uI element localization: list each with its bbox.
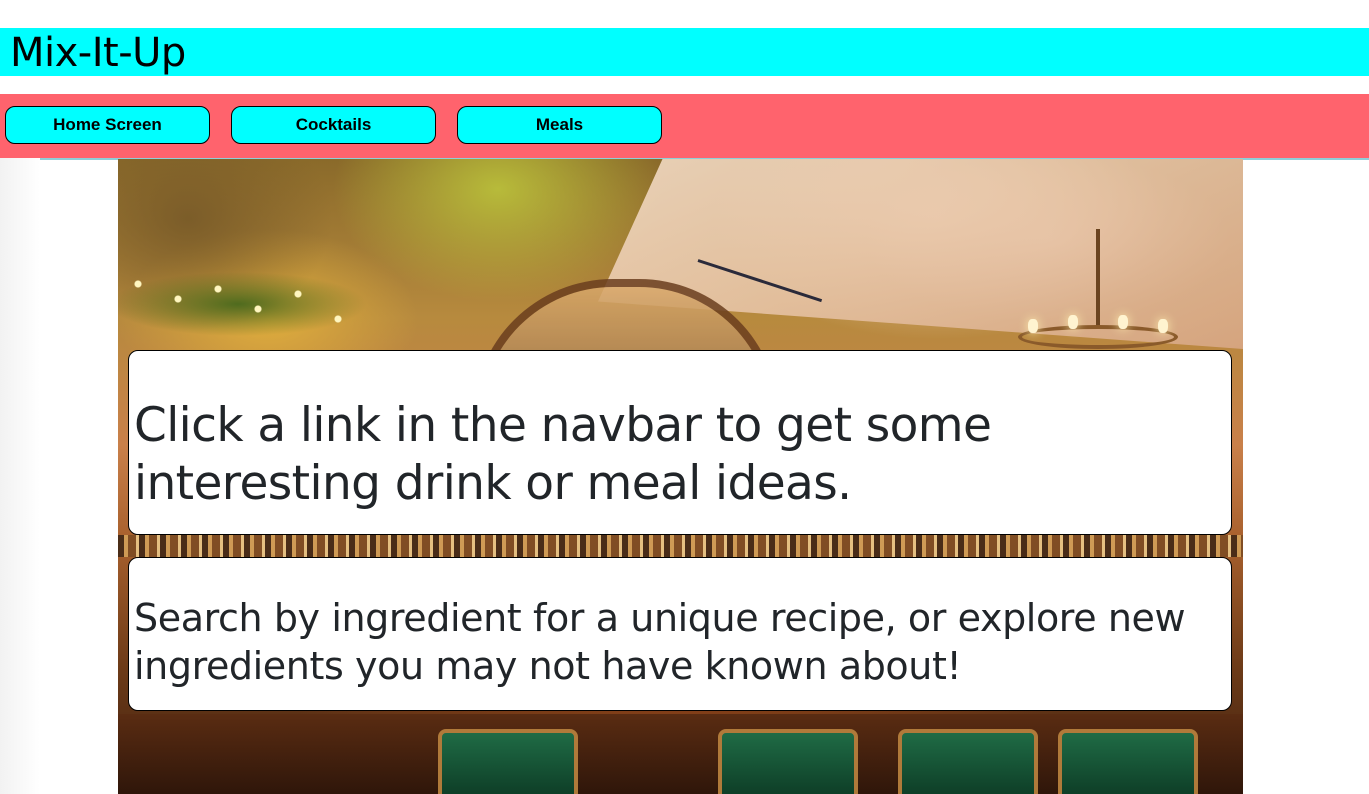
hero-stool — [1058, 729, 1198, 794]
app-header: Mix-It-Up — [0, 28, 1369, 76]
intro-headline: Click a link in the navbar to get some i… — [134, 398, 992, 511]
chandelier-lamp — [1028, 319, 1038, 333]
chandelier-lamp — [1068, 315, 1078, 329]
nav-meals-button[interactable]: Meals — [457, 106, 662, 144]
chandelier-stem — [1096, 229, 1100, 329]
nav-home-button[interactable]: Home Screen — [5, 106, 210, 144]
hero-stool — [718, 729, 858, 794]
search-info-card: Search by ingredient for a unique recipe… — [128, 557, 1232, 711]
nav-cocktails-button[interactable]: Cocktails — [231, 106, 436, 144]
chandelier-lamp — [1118, 315, 1128, 329]
hero-bar-stools — [418, 699, 1218, 794]
navbar: Home Screen Cocktails Meals — [0, 94, 1369, 158]
hero-chandelier — [1018, 229, 1178, 349]
app-title: Mix-It-Up — [10, 30, 186, 76]
hero-bottle-shelf — [118, 535, 1243, 557]
hero-stool — [898, 729, 1038, 794]
hero-garland-lights — [118, 254, 418, 344]
chandelier-ring — [1018, 325, 1178, 349]
chandelier-lamp — [1158, 319, 1168, 333]
hero-stool — [438, 729, 578, 794]
search-info-text: Search by ingredient for a unique recipe… — [134, 596, 1186, 688]
page-edge-shadow — [0, 158, 40, 794]
intro-card: Click a link in the navbar to get some i… — [128, 350, 1232, 535]
